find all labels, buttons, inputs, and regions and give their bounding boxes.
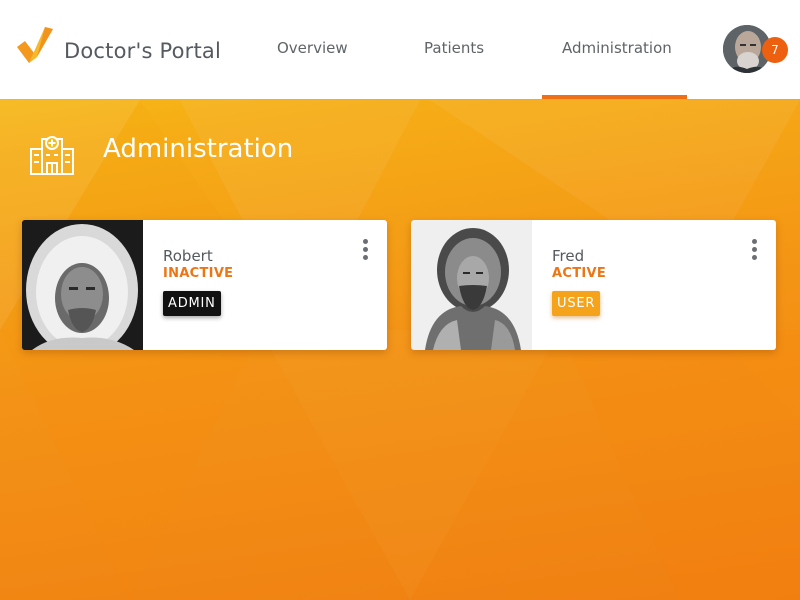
page-title: Administration xyxy=(103,134,294,164)
role-badge-user[interactable]: USER xyxy=(552,291,601,316)
user-card[interactable]: Fred ACTIVE USER xyxy=(411,220,776,350)
role-badge-admin[interactable]: ADMIN xyxy=(163,291,221,316)
user-name: Fred xyxy=(552,247,585,265)
user-name: Robert xyxy=(163,247,213,265)
more-options-icon[interactable] xyxy=(746,239,762,265)
user-status: ACTIVE xyxy=(552,266,607,281)
nav-tab-patients[interactable]: Patients xyxy=(424,39,484,57)
notification-badge[interactable]: 7 xyxy=(762,37,788,63)
active-tab-indicator xyxy=(542,95,687,99)
top-navbar: Doctor's Portal Overview Patients Admini… xyxy=(0,0,800,99)
user-photo xyxy=(411,220,532,350)
hospital-icon xyxy=(29,131,75,175)
more-options-icon[interactable] xyxy=(357,239,373,265)
brand-title[interactable]: Doctor's Portal xyxy=(64,39,221,63)
user-card[interactable]: Robert INACTIVE ADMIN xyxy=(22,220,387,350)
nav-tab-administration[interactable]: Administration xyxy=(562,39,672,57)
portal-logo-icon[interactable] xyxy=(17,27,55,63)
nav-tab-overview[interactable]: Overview xyxy=(277,39,348,57)
user-photo xyxy=(22,220,143,350)
user-status: INACTIVE xyxy=(163,266,234,281)
